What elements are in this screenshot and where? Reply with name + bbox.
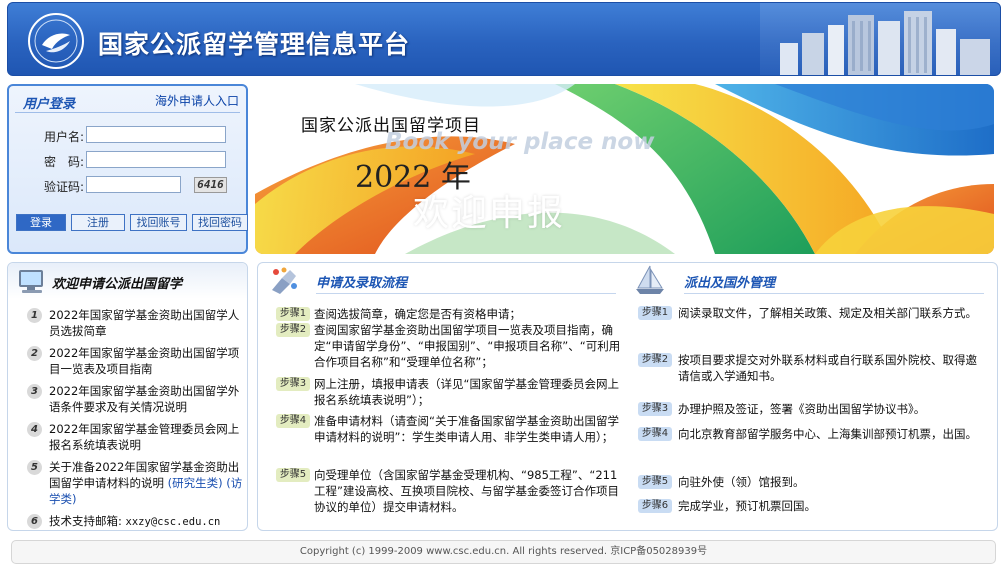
password-label: 密 码: (43, 155, 84, 169)
step-text: 办理护照及签证，签署《资助出国留学协议书》。 (678, 402, 926, 416)
step-badge: 步骤5 (276, 468, 310, 482)
support-email-label: 技术支持邮箱: (49, 514, 122, 528)
abroad-management-title: 派出及国外管理 (684, 276, 776, 291)
header-bar: 国家公派留学管理信息平台 (7, 2, 1001, 76)
password-input[interactable] (86, 151, 226, 168)
list-number: 4 (27, 422, 42, 437)
step-text: 向受理单位（含国家留学基金受理机构、“985工程”、“211工程”建设高校、互换… (314, 468, 619, 514)
list-number: 5 (27, 460, 42, 475)
welcome-document-list: 1 2022年国家留学基金资助出国留学人员选拔简章 2 2022年国家留学基金资… (27, 307, 243, 536)
application-process-column: 申请及录取流程 步骤1 查阅选拔简章，确定您是否有资格申请； 步骤2 查阅国家留… (258, 263, 628, 532)
step-badge: 步骤1 (276, 307, 310, 321)
step-badge: 步骤1 (638, 306, 672, 320)
username-row: 用户名: (9, 126, 239, 146)
captcha-input[interactable] (86, 176, 181, 193)
recover-password-button[interactable]: 找回密码 (192, 214, 248, 231)
list-item[interactable]: 2 2022年国家留学基金资助出国留学项目一览表及项目指南 (27, 345, 243, 377)
application-process-title: 申请及录取流程 (316, 276, 408, 291)
promo-banner[interactable]: 国家公派出国留学项目 Book your place now 2022 年 欢迎… (255, 84, 994, 254)
step-badge: 步骤4 (638, 427, 672, 441)
list-item[interactable]: 1 2022年国家留学基金资助出国留学人员选拔简章 (27, 307, 243, 339)
step-text: 向北京教育部留学服务中心、上海集训部预订机票，出国。 (678, 427, 977, 441)
login-title: 用户登录 (23, 97, 76, 112)
graduate-materials-link[interactable]: (研究生类) (168, 476, 223, 490)
list-item[interactable]: 3 2022年国家留学基金资助出国留学外语条件要求及有关情况说明 (27, 383, 243, 415)
abroad-management-column: 派出及国外管理 步骤1 阅读录取文件，了解相关政策、规定及相关部门联系方式。 步… (630, 263, 996, 532)
list-number: 1 (27, 308, 42, 323)
username-input[interactable] (86, 126, 226, 143)
banner-welcome: 欢迎申报 (413, 193, 566, 234)
list-item-text[interactable]: 2022年国家留学基金管理委员会网上报名系统填表说明 (49, 422, 239, 452)
welcome-panel-header: 欢迎申请公派出国留学 (8, 263, 247, 299)
list-item-text[interactable]: 2022年国家留学基金资助出国留学项目一览表及项目指南 (49, 346, 239, 376)
city-skyline-icon (760, 3, 1000, 75)
application-process-underline (316, 293, 616, 294)
password-row: 密 码: (9, 151, 239, 171)
list-number: 3 (27, 384, 42, 399)
list-item: 6 技术支持邮箱: xxzy@csc.edu.cn (27, 513, 243, 530)
csc-logo-icon (28, 13, 84, 69)
list-item-text[interactable]: 2022年国家留学基金资助出国留学人员选拔简章 (49, 308, 239, 338)
process-panel: 申请及录取流程 步骤1 查阅选拔简章，确定您是否有资格申请； 步骤2 查阅国家留… (257, 262, 998, 531)
captcha-label: 验证码: (43, 180, 84, 194)
step-badge: 步骤6 (638, 499, 672, 513)
step-badge: 步骤3 (276, 377, 310, 391)
username-label: 用户名: (43, 130, 84, 144)
step-text: 向驻外使（领）馆报到。 (678, 475, 805, 489)
register-button[interactable]: 注册 (71, 214, 125, 231)
step-badge: 步骤5 (638, 475, 672, 489)
step-badge: 步骤2 (638, 353, 672, 367)
step-text: 查阅选拔简章，确定您是否有资格申请； (314, 307, 521, 321)
abroad-management-underline (684, 293, 984, 294)
step-text: 网上注册，填报申请表（详见“国家留学基金管理委员会网上报名系统填表说明”）； (314, 377, 619, 407)
welcome-panel-title: 欢迎申请公派出国留学 (52, 277, 183, 292)
list-item: 5 关于准备2022年国家留学基金资助出国留学申请材料的说明 (研究生类) (访… (27, 459, 243, 507)
sailboat-icon (636, 265, 664, 294)
login-panel: 用户登录 海外申请人入口 用户名: 密 码: 验证码: 6416 登录 注册 找… (7, 84, 248, 254)
footer-copyright: Copyright (c) 1999-2009 www.csc.edu.cn. … (11, 540, 996, 564)
list-item-text[interactable]: 2022年国家留学基金资助出国留学外语条件要求及有关情况说明 (49, 384, 239, 414)
login-divider (15, 112, 240, 113)
step-badge: 步骤4 (276, 414, 310, 428)
list-number: 6 (27, 514, 42, 529)
computer-icon (19, 270, 43, 293)
abroad-management-header: 派出及国外管理 (630, 263, 996, 299)
captcha-row: 验证码: 6416 (9, 176, 239, 196)
step-text: 查阅国家留学基金资助出国留学项目一览表及项目指南，确定“申请留学身份”、“申报国… (314, 323, 621, 369)
step-badge: 步骤2 (276, 323, 310, 337)
welcome-panel: 欢迎申请公派出国留学 1 2022年国家留学基金资助出国留学人员选拔简章 2 2… (7, 262, 248, 531)
step-text: 阅读录取文件，了解相关政策、规定及相关部门联系方式。 (678, 306, 977, 320)
captcha-image[interactable]: 6416 (194, 177, 227, 193)
login-button[interactable]: 登录 (16, 214, 66, 231)
support-email[interactable]: xxzy@csc.edu.cn (126, 516, 221, 528)
step-text: 完成学业，预订机票回国。 (678, 499, 816, 513)
application-process-header: 申请及录取流程 (258, 263, 628, 299)
puzzle-tools-icon (272, 267, 297, 294)
platform-title: 国家公派留学管理信息平台 (98, 30, 411, 59)
list-number: 2 (27, 346, 42, 361)
list-item[interactable]: 4 2022年国家留学基金管理委员会网上报名系统填表说明 (27, 421, 243, 453)
step-text: 按项目要求提交对外联系材料或自行联系国外院校、取得邀请信或入学通知书。 (678, 353, 977, 383)
recover-account-button[interactable]: 找回账号 (130, 214, 187, 231)
step-text: 准备申请材料（请查阅“关于准备国家留学基金资助出国留学申请材料的说明”：学生类申… (314, 414, 619, 444)
overseas-applicant-link[interactable]: 海外申请人入口 (155, 92, 239, 109)
step-badge: 步骤3 (638, 402, 672, 416)
